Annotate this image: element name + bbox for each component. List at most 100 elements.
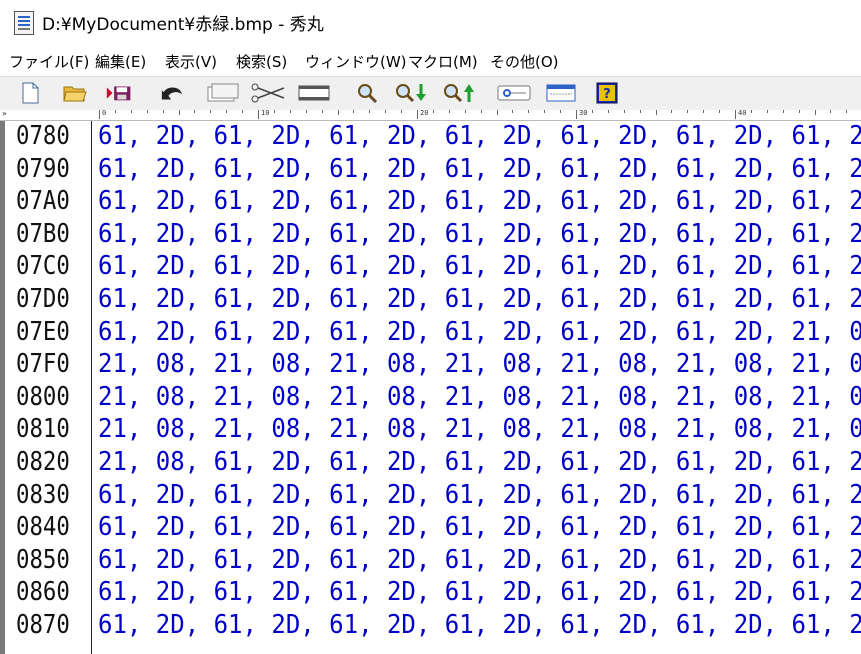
line-address: 0810	[16, 414, 70, 445]
ruler-tick	[544, 110, 546, 113]
line-text[interactable]: 21, 08, 21, 08, 21, 08, 21, 08, 21, 08, …	[98, 349, 861, 379]
line-address: 0840	[16, 512, 70, 543]
ruler-tick	[512, 110, 514, 113]
ruler-mark-0: 0	[102, 110, 107, 117]
line-text[interactable]: 21, 08, 21, 08, 21, 08, 21, 08, 21, 08, …	[98, 382, 861, 412]
line-text[interactable]: 61, 2D, 61, 2D, 61, 2D, 61, 2D, 61, 2D, …	[98, 480, 861, 510]
line-address: 07B0	[16, 218, 70, 249]
ruler-mark-40: 40	[738, 110, 747, 117]
editor-line[interactable]: 0820 21, 08, 61, 2D, 61, 2D, 61, 2D, 61, …	[0, 447, 861, 480]
line-text[interactable]: 61, 2D, 61, 2D, 61, 2D, 61, 2D, 61, 2D, …	[98, 284, 861, 314]
line-address: 0820	[16, 447, 70, 477]
ruler-tick	[798, 110, 800, 113]
editor-line[interactable]: 07C0 61, 2D, 61, 2D, 61, 2D, 61, 2D, 61, …	[0, 251, 861, 284]
grep-icon[interactable]	[496, 81, 532, 105]
line-text[interactable]: 21, 08, 61, 2D, 61, 2D, 61, 2D, 61, 2D, …	[98, 447, 861, 477]
line-text[interactable]: 61, 2D, 61, 2D, 61, 2D, 61, 2D, 61, 2D, …	[98, 219, 861, 249]
ruler-tick	[273, 110, 275, 113]
line-address: 0830	[16, 479, 70, 510]
editor-line[interactable]: 07D0 61, 2D, 61, 2D, 61, 2D, 61, 2D, 61, …	[0, 284, 861, 317]
ruler-tick	[305, 110, 307, 113]
ruler-tick	[814, 110, 816, 115]
search-down-icon[interactable]	[394, 81, 430, 105]
ruler-tick	[623, 110, 625, 113]
ruler-tick	[417, 110, 418, 119]
menu-search[interactable]: 検索(S)	[236, 51, 287, 72]
window-title: D:¥MyDocument¥赤緑.bmp - 秀丸	[42, 15, 324, 35]
editor-line[interactable]: 0780 61, 2D, 61, 2D, 61, 2D, 61, 2D, 61, …	[0, 121, 861, 154]
menu-macro[interactable]: マクロ(M)	[408, 51, 478, 72]
search-up-icon[interactable]	[442, 81, 478, 105]
editor-line[interactable]: 07A0 61, 2D, 61, 2D, 61, 2D, 61, 2D, 61, …	[0, 186, 861, 219]
line-address: 07E0	[16, 316, 70, 347]
cut-scissors-icon[interactable]	[250, 81, 286, 105]
line-address: 07C0	[16, 251, 70, 282]
line-address: 07F0	[16, 349, 70, 380]
line-address: 07A0	[16, 186, 70, 217]
line-text[interactable]: 21, 08, 21, 08, 21, 08, 21, 08, 21, 08, …	[98, 414, 861, 444]
ruler-tick	[210, 110, 212, 113]
editor-line[interactable]: 07F0 21, 08, 21, 08, 21, 08, 21, 08, 21, …	[0, 349, 861, 382]
menu-bar: ファイル(F) 編集(E) 表示(V) 検索(S) ウィンドウ(W) マクロ(M…	[0, 46, 861, 74]
editor-line[interactable]: 07E0 61, 2D, 61, 2D, 61, 2D, 61, 2D, 61, …	[0, 317, 861, 350]
menu-file[interactable]: ファイル(F)	[9, 51, 89, 72]
ruler-tick	[830, 110, 832, 113]
open-folder-icon[interactable]	[62, 81, 88, 105]
line-text[interactable]: 61, 2D, 61, 2D, 61, 2D, 61, 2D, 61, 2D, …	[98, 545, 861, 575]
ruler-tick	[321, 110, 323, 113]
line-address: 0850	[16, 544, 70, 575]
ruler-tick	[353, 110, 355, 113]
ruler-tick	[782, 110, 784, 113]
menu-window[interactable]: ウィンドウ(W)	[305, 51, 407, 72]
ruler-tick	[114, 110, 116, 113]
editor-line[interactable]: 0850 61, 2D, 61, 2D, 61, 2D, 61, 2D, 61, …	[0, 545, 861, 578]
ruler-tick	[337, 110, 339, 115]
line-text[interactable]: 61, 2D, 61, 2D, 61, 2D, 61, 2D, 61, 2D, …	[98, 186, 861, 216]
svg-text:?: ?	[603, 87, 611, 102]
ruler-tick	[99, 110, 100, 119]
save-icon[interactable]	[106, 81, 132, 105]
line-address: 0870	[16, 610, 70, 640]
undo-icon[interactable]	[160, 81, 186, 105]
ruler-tick	[242, 110, 244, 113]
ruler-tick	[385, 110, 387, 113]
editor-line[interactable]: 0840 61, 2D, 61, 2D, 61, 2D, 61, 2D, 61, …	[0, 512, 861, 545]
ruler-tick	[401, 110, 403, 113]
line-address: 0780	[16, 121, 70, 151]
menu-view[interactable]: 表示(V)	[165, 51, 217, 72]
ruler-tick	[480, 110, 482, 113]
ruler-tick	[766, 110, 768, 113]
menu-edit[interactable]: 編集(E)	[95, 51, 146, 72]
help-icon[interactable]: ?	[594, 81, 620, 105]
search-icon[interactable]	[355, 81, 381, 105]
line-text[interactable]: 61, 2D, 61, 2D, 61, 2D, 61, 2D, 61, 2D, …	[98, 317, 861, 347]
ruler-tick	[464, 110, 466, 113]
line-text[interactable]: 61, 2D, 61, 2D, 61, 2D, 61, 2D, 61, 2D, …	[98, 610, 861, 640]
editor-line[interactable]: 0790 61, 2D, 61, 2D, 61, 2D, 61, 2D, 61, …	[0, 154, 861, 187]
editor-line[interactable]: 07B0 61, 2D, 61, 2D, 61, 2D, 61, 2D, 61, …	[0, 219, 861, 252]
line-text[interactable]: 61, 2D, 61, 2D, 61, 2D, 61, 2D, 61, 2D, …	[98, 154, 861, 184]
ruler-tick	[146, 110, 148, 113]
ruler-tick	[735, 110, 736, 119]
editor-line[interactable]: 0810 21, 08, 21, 08, 21, 08, 21, 08, 21, …	[0, 414, 861, 447]
line-text[interactable]: 61, 2D, 61, 2D, 61, 2D, 61, 2D, 61, 2D, …	[98, 512, 861, 542]
new-file-icon[interactable]	[17, 81, 43, 105]
line-text[interactable]: 61, 2D, 61, 2D, 61, 2D, 61, 2D, 61, 2D, …	[98, 251, 861, 281]
copy-icon[interactable]	[205, 81, 241, 105]
ruler-tick	[130, 110, 132, 113]
editor-line[interactable]: 0870 61, 2D, 61, 2D, 61, 2D, 61, 2D, 61, …	[0, 610, 861, 643]
editor-line[interactable]: 0860 61, 2D, 61, 2D, 61, 2D, 61, 2D, 61, …	[0, 577, 861, 610]
line-text[interactable]: 61, 2D, 61, 2D, 61, 2D, 61, 2D, 61, 2D, …	[98, 577, 861, 607]
window-icon[interactable]	[546, 81, 576, 105]
ruler-tick	[194, 110, 196, 113]
text-editor[interactable]: 0780 61, 2D, 61, 2D, 61, 2D, 61, 2D, 61, …	[0, 121, 861, 654]
editor-line[interactable]: 0830 61, 2D, 61, 2D, 61, 2D, 61, 2D, 61, …	[0, 480, 861, 513]
ruler-tick	[560, 110, 562, 113]
editor-line[interactable]: 0800 21, 08, 21, 08, 21, 08, 21, 08, 21, …	[0, 382, 861, 415]
ruler-tick	[639, 110, 641, 113]
ruler-corner: »	[2, 110, 7, 118]
menu-other[interactable]: その他(O)	[490, 51, 559, 72]
line-text[interactable]: 61, 2D, 61, 2D, 61, 2D, 61, 2D, 61, 2D, …	[98, 121, 861, 151]
ruler-tick	[607, 110, 609, 113]
paste-icon[interactable]	[297, 81, 331, 105]
